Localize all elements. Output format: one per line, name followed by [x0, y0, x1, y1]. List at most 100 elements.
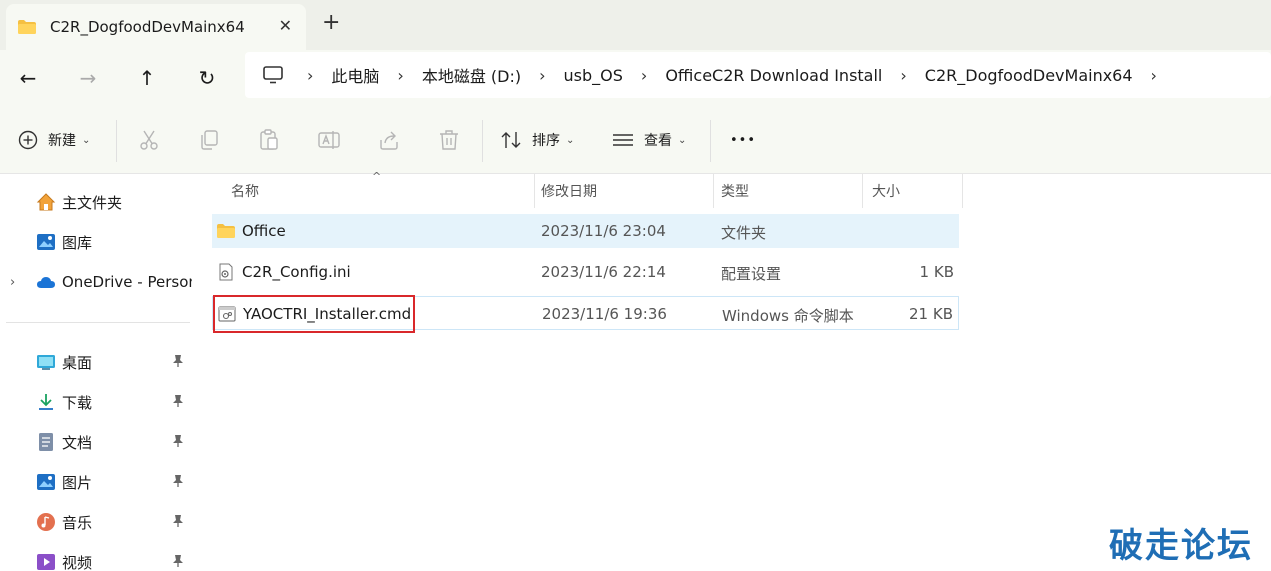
sidebar-item-label: 音乐: [62, 513, 93, 532]
sidebar-divider: [6, 322, 190, 323]
toolbar-divider: [116, 120, 117, 162]
view-list-icon: [612, 130, 634, 150]
breadcrumb-separator[interactable]: ›: [1151, 66, 1157, 85]
toolbar-divider: [482, 120, 483, 162]
share-icon[interactable]: [377, 128, 401, 152]
pin-icon[interactable]: [172, 554, 184, 571]
new-tab-button[interactable]: +: [322, 12, 340, 34]
column-header-type[interactable]: 类型: [721, 174, 749, 208]
file-type: 文件夹: [721, 224, 767, 242]
sidebar-item-label: 图片: [62, 473, 93, 492]
chevron-down-icon: ⌄: [82, 134, 91, 146]
sidebar-item-downloads[interactable]: 下载: [0, 384, 192, 420]
file-type: Windows 命令脚本: [722, 307, 854, 325]
cut-icon[interactable]: [137, 128, 161, 152]
sidebar-item-pictures[interactable]: 图片: [0, 464, 192, 500]
delete-icon[interactable]: [437, 128, 461, 152]
breadcrumb-item[interactable]: C2R_DogfoodDevMainx64: [925, 66, 1133, 85]
file-list-pane: ^ 名称 修改日期 类型 大小 Office 2023/11/6 23:04 文…: [192, 170, 1271, 571]
sidebar-item-onedrive[interactable]: › OneDrive - Personal: [0, 264, 192, 300]
folder-icon: [217, 222, 235, 240]
picture-icon: [36, 472, 56, 492]
refresh-button[interactable]: ↻: [191, 62, 223, 94]
chevron-down-icon: ⌄: [678, 134, 687, 146]
sidebar-item-music[interactable]: 音乐: [0, 504, 192, 540]
command-bar: 新建 ⌄ 排序 ⌄ 查看 ⌄ •••: [0, 106, 1271, 174]
column-divider[interactable]: [713, 174, 714, 208]
pin-icon[interactable]: [172, 394, 184, 411]
watermark-text: 破走论坛: [1109, 526, 1253, 566]
new-button[interactable]: 新建 ⌄: [18, 126, 90, 154]
column-header-size[interactable]: 大小: [872, 174, 900, 208]
sort-button[interactable]: 排序 ⌄: [500, 126, 574, 154]
music-icon: [36, 512, 56, 532]
desktop-icon: [36, 352, 56, 372]
sidebar-item-desktop[interactable]: 桌面: [0, 344, 192, 380]
sidebar-item-documents[interactable]: 文档: [0, 424, 192, 460]
sidebar-item-label: 下载: [62, 393, 93, 412]
folder-icon: [18, 20, 36, 34]
breadcrumb-item[interactable]: 本地磁盘 (D:): [422, 63, 521, 87]
navigation-pane: 主文件夹 图库 › OneDrive - Personal 桌面 下载: [0, 174, 192, 571]
file-row-office[interactable]: Office 2023/11/6 23:04 文件夹: [212, 214, 959, 248]
column-divider[interactable]: [862, 174, 863, 208]
breadcrumb-separator[interactable]: ›: [900, 66, 906, 85]
video-icon: [36, 552, 56, 571]
sidebar-item-label: 文档: [62, 433, 93, 452]
file-name: C2R_Config.ini: [242, 263, 351, 281]
monitor-icon[interactable]: [263, 66, 283, 84]
settings-file-icon: [217, 263, 235, 281]
address-bar[interactable]: › 此电脑 › 本地磁盘 (D:) › usb_OS › OfficeC2R D…: [245, 52, 1271, 98]
sidebar-item-label: 主文件夹: [62, 193, 123, 212]
tab-strip: C2R_DogfoodDevMainx64 ✕ +: [0, 0, 1271, 50]
sort-label: 排序: [532, 133, 560, 149]
sort-ascending-icon: ^: [372, 170, 382, 183]
view-label: 查看: [644, 133, 672, 149]
tab-current-folder[interactable]: C2R_DogfoodDevMainx64 ✕: [6, 4, 306, 50]
annotation-highlight-box: [213, 295, 415, 333]
paste-icon[interactable]: [257, 128, 281, 152]
column-header-modified[interactable]: 修改日期: [541, 174, 597, 208]
breadcrumb-separator[interactable]: ›: [397, 66, 403, 85]
breadcrumb-item[interactable]: OfficeC2R Download Install: [665, 66, 882, 85]
close-icon[interactable]: ✕: [279, 16, 292, 35]
file-modified: 2023/11/6 23:04: [541, 222, 666, 240]
sidebar-item-videos[interactable]: 视频: [0, 544, 192, 571]
back-button[interactable]: ←: [12, 62, 44, 94]
sidebar-item-home[interactable]: 主文件夹: [0, 184, 192, 220]
toolbar-divider: [710, 120, 711, 162]
file-row-config[interactable]: C2R_Config.ini 2023/11/6 22:14 配置设置 1 KB: [212, 255, 959, 289]
copy-icon[interactable]: [197, 128, 221, 152]
column-divider[interactable]: [534, 174, 535, 208]
view-button[interactable]: 查看 ⌄: [612, 126, 686, 154]
breadcrumb-separator[interactable]: ›: [539, 66, 545, 85]
forward-button[interactable]: →: [72, 62, 104, 94]
up-button[interactable]: ↑: [131, 62, 163, 94]
sidebar-item-gallery[interactable]: 图库: [0, 224, 192, 260]
address-row: ← → ↑ ↻ › 此电脑 › 本地磁盘 (D:) › usb_OS › Off…: [0, 50, 1271, 106]
file-size: 21 KB: [909, 305, 953, 323]
pin-icon[interactable]: [172, 514, 184, 531]
column-header-name[interactable]: 名称: [231, 174, 259, 208]
file-modified: 2023/11/6 19:36: [542, 305, 667, 323]
chevron-right-icon[interactable]: ›: [10, 275, 15, 290]
download-icon: [36, 392, 56, 412]
breadcrumb-item[interactable]: usb_OS: [564, 66, 623, 85]
sidebar-item-label: OneDrive - Personal: [62, 273, 192, 291]
document-icon: [36, 432, 56, 452]
file-size: 1 KB: [919, 263, 954, 281]
pin-icon[interactable]: [172, 354, 184, 371]
column-divider[interactable]: [962, 174, 963, 208]
breadcrumb-separator[interactable]: ›: [641, 66, 647, 85]
breadcrumb-separator[interactable]: ›: [307, 66, 313, 85]
pin-icon[interactable]: [172, 474, 184, 491]
breadcrumb-item[interactable]: 此电脑: [331, 63, 379, 87]
sidebar-item-label: 图库: [62, 233, 93, 252]
pin-icon[interactable]: [172, 434, 184, 451]
rename-icon[interactable]: [317, 128, 341, 152]
sort-icon: [500, 130, 522, 150]
gallery-icon: [36, 232, 56, 252]
more-options-button[interactable]: •••: [730, 126, 756, 154]
new-label: 新建: [48, 133, 76, 149]
file-type: 配置设置: [721, 265, 782, 283]
